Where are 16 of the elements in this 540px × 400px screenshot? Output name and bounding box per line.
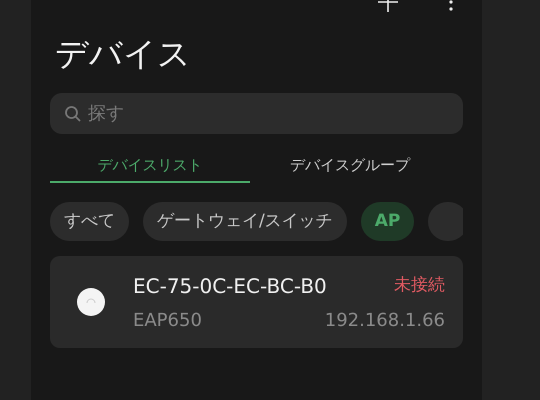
filter-chip[interactable]: AP — [360, 202, 414, 241]
device-card[interactable]: EC-75-0C-EC-BC-B0 未接続 EAP650 192.168.1.66 — [50, 256, 463, 348]
page-title: デバイス — [55, 33, 191, 75]
device-name: EC-75-0C-EC-BC-B0 — [133, 272, 327, 300]
access-point-icon — [76, 287, 106, 317]
filter-chip[interactable]: すべて — [50, 202, 129, 241]
plus-icon[interactable] — [378, 0, 398, 12]
device-model: EAP650 — [133, 308, 202, 332]
search-icon — [64, 105, 82, 123]
search-field[interactable]: 探す — [50, 93, 463, 134]
status-label: 未接続 — [394, 274, 445, 297]
more-icon[interactable] — [448, 0, 454, 12]
tab[interactable]: デバイスリスト — [50, 150, 250, 183]
tab[interactable]: デバイスグループ — [250, 150, 450, 183]
ip-address: 192.168.1.66 — [324, 308, 445, 332]
filter-chip[interactable]: ゲートウェイ/スイッチ — [143, 202, 347, 241]
